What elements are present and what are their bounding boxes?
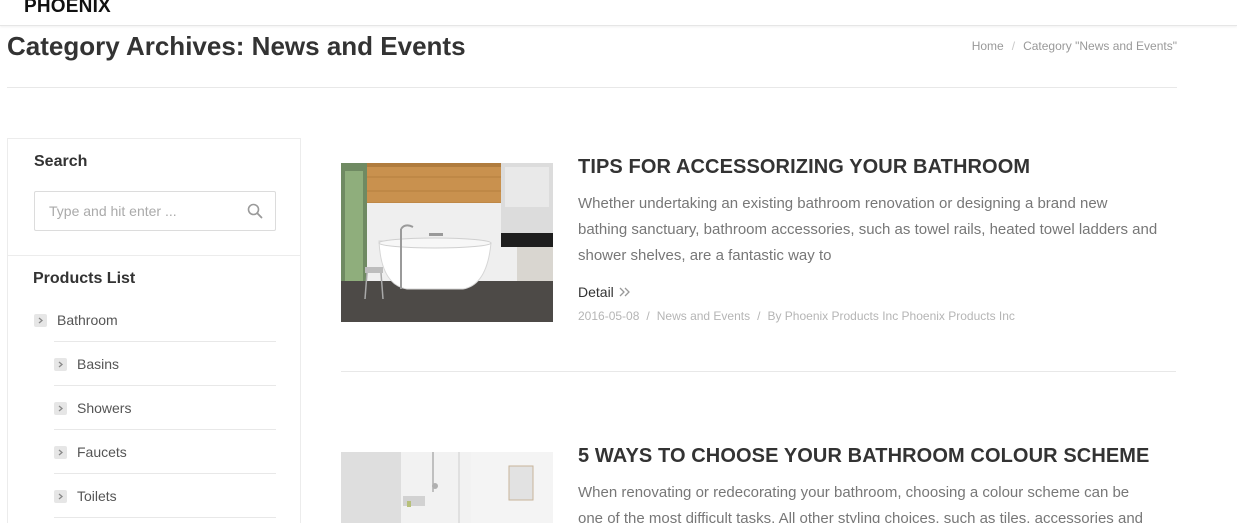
product-divider: [54, 341, 276, 342]
breadcrumb-home-link[interactable]: Home: [972, 39, 1004, 53]
product-item-label: Toilets: [77, 488, 117, 504]
meta-separator: /: [757, 309, 761, 323]
product-subcategory-toilets[interactable]: Toilets: [54, 488, 117, 504]
product-subcategory-basins[interactable]: Basins: [54, 356, 119, 372]
chevron-right-icon: [54, 489, 67, 503]
post-thumbnail-bathroom-accessories[interactable]: [341, 163, 553, 322]
product-item-label: Faucets: [77, 444, 127, 460]
search-box: [34, 191, 276, 231]
site-header: PHOENIX: [0, 0, 1237, 26]
breadcrumb: Home / Category "News and Events": [972, 39, 1177, 53]
widget-divider: [8, 255, 300, 256]
double-chevron-right-icon: [619, 286, 631, 298]
detail-link[interactable]: Detail: [578, 284, 631, 300]
chevron-right-icon: [54, 357, 67, 371]
product-subcategory-showers[interactable]: Showers: [54, 400, 131, 416]
post-excerpt: When renovating or redecorating your bat…: [578, 484, 1143, 523]
site-logo[interactable]: PHOENIX: [24, 0, 111, 18]
product-divider: [54, 473, 276, 474]
sidebar: Search Products List Bathroom Basins Sho…: [7, 138, 301, 523]
product-category-bathroom[interactable]: Bathroom: [34, 312, 118, 328]
product-subcategory-faucets[interactable]: Faucets: [54, 444, 127, 460]
meta-separator: /: [646, 309, 650, 323]
product-divider: [54, 385, 276, 386]
post-author-link[interactable]: By Phoenix Products Inc Phoenix Products…: [767, 309, 1014, 323]
title-divider: [7, 87, 1177, 88]
chevron-right-icon: [54, 401, 67, 415]
post-excerpt: Whether undertaking an existing bathroom…: [578, 195, 1158, 264]
product-item-label: Showers: [77, 400, 132, 416]
post-date[interactable]: 2016-05-08: [578, 309, 639, 323]
product-divider: [54, 429, 276, 430]
post-category-link[interactable]: News and Events: [657, 309, 750, 323]
products-widget-title: Products List: [33, 270, 136, 287]
chevron-right-icon: [34, 313, 47, 327]
product-item-label: Basins: [77, 356, 120, 372]
post-title-link[interactable]: TIPS FOR ACCESSORIZING YOUR BATHROOM: [578, 156, 1030, 179]
search-widget-title: Search: [34, 153, 88, 170]
post-divider: [341, 371, 1176, 372]
page-title: Category Archives: News and Events: [7, 31, 466, 61]
post-thumbnail-colour-scheme[interactable]: [341, 452, 553, 523]
breadcrumb-current: Category "News and Events": [1023, 39, 1177, 53]
post-title-link[interactable]: 5 WAYS TO CHOOSE YOUR BATHROOM COLOUR SC…: [578, 445, 1150, 468]
post-meta: 2016-05-08 / News and Events / By Phoenix Pr…: [578, 309, 1015, 323]
chevron-right-icon: [54, 445, 67, 459]
search-icon[interactable]: [247, 203, 263, 219]
product-item-label: Bathroom: [57, 312, 118, 328]
search-input[interactable]: [35, 192, 235, 230]
breadcrumb-separator: /: [1011, 39, 1016, 53]
product-divider: [54, 517, 276, 518]
detail-link-label: Detail: [578, 284, 614, 300]
